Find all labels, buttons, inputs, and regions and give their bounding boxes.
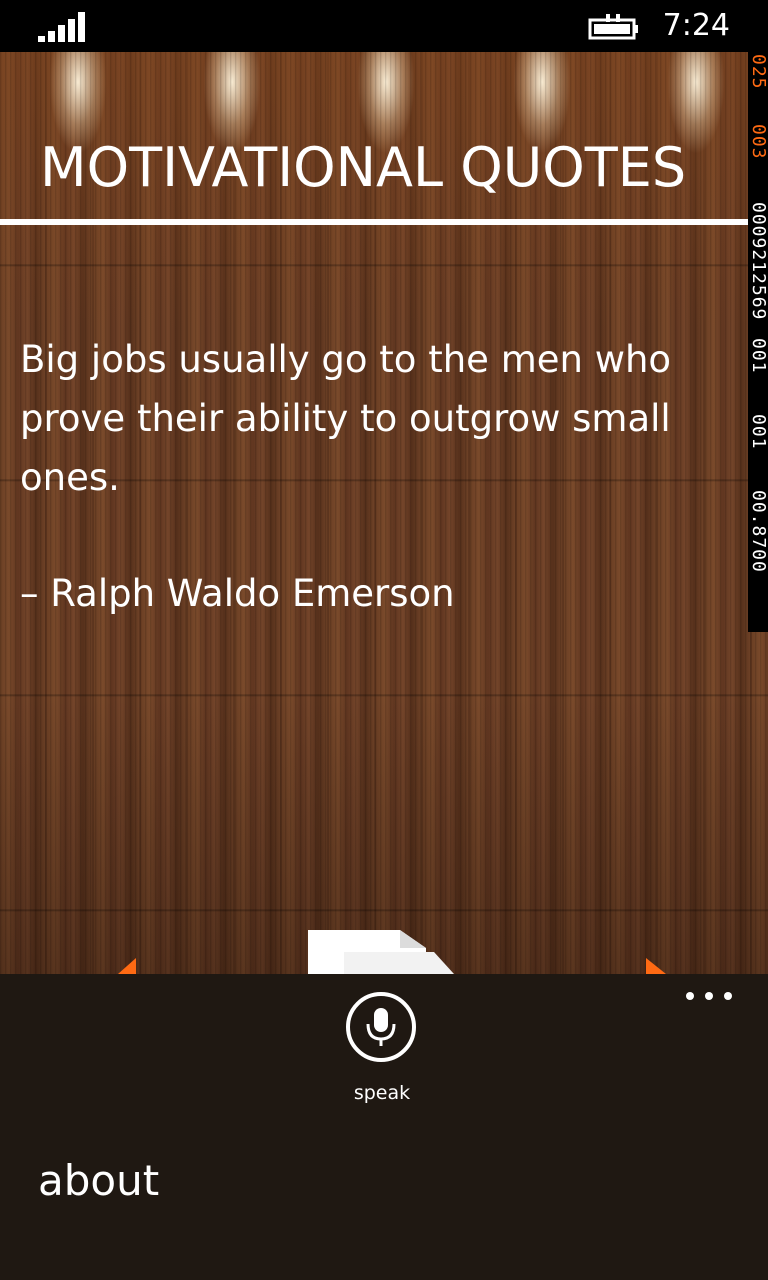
- battery-charging-icon: [588, 14, 638, 40]
- debug-frame-counters: 025 003 0009212569 001 001 00.8700: [748, 52, 768, 632]
- speak-button-label[interactable]: speak: [332, 1082, 432, 1104]
- content-area: MOTIVATIONAL QUOTES Big jobs usually go …: [0, 52, 768, 974]
- counter-3: 0009212569: [748, 202, 768, 321]
- microphone-icon: [366, 1008, 396, 1046]
- status-bar: 7:24: [0, 0, 768, 52]
- quote-author: – Ralph Waldo Emerson: [20, 572, 455, 615]
- clock: 7:24: [662, 8, 730, 43]
- app-bar: speak about: [0, 974, 768, 1280]
- quote-text: Big jobs usually go to the men who prove…: [20, 338, 672, 499]
- speak-button[interactable]: [346, 992, 416, 1062]
- ellipsis-icon[interactable]: [686, 988, 732, 1004]
- next-arrow-icon[interactable]: [646, 958, 666, 974]
- menu-item-about[interactable]: about: [38, 1156, 159, 1205]
- counter-4: 001: [748, 338, 768, 374]
- counter-6: 00.8700: [748, 490, 768, 573]
- signal-bars-icon: [38, 12, 85, 42]
- counter-2: 003: [748, 124, 768, 160]
- previous-arrow-icon[interactable]: [118, 958, 136, 974]
- page-title: MOTIVATIONAL QUOTES: [40, 136, 687, 199]
- counter-5: 001: [748, 414, 768, 450]
- title-divider: [0, 219, 768, 225]
- page-stack-icon[interactable]: [308, 930, 458, 974]
- counter-1: 025: [748, 54, 768, 90]
